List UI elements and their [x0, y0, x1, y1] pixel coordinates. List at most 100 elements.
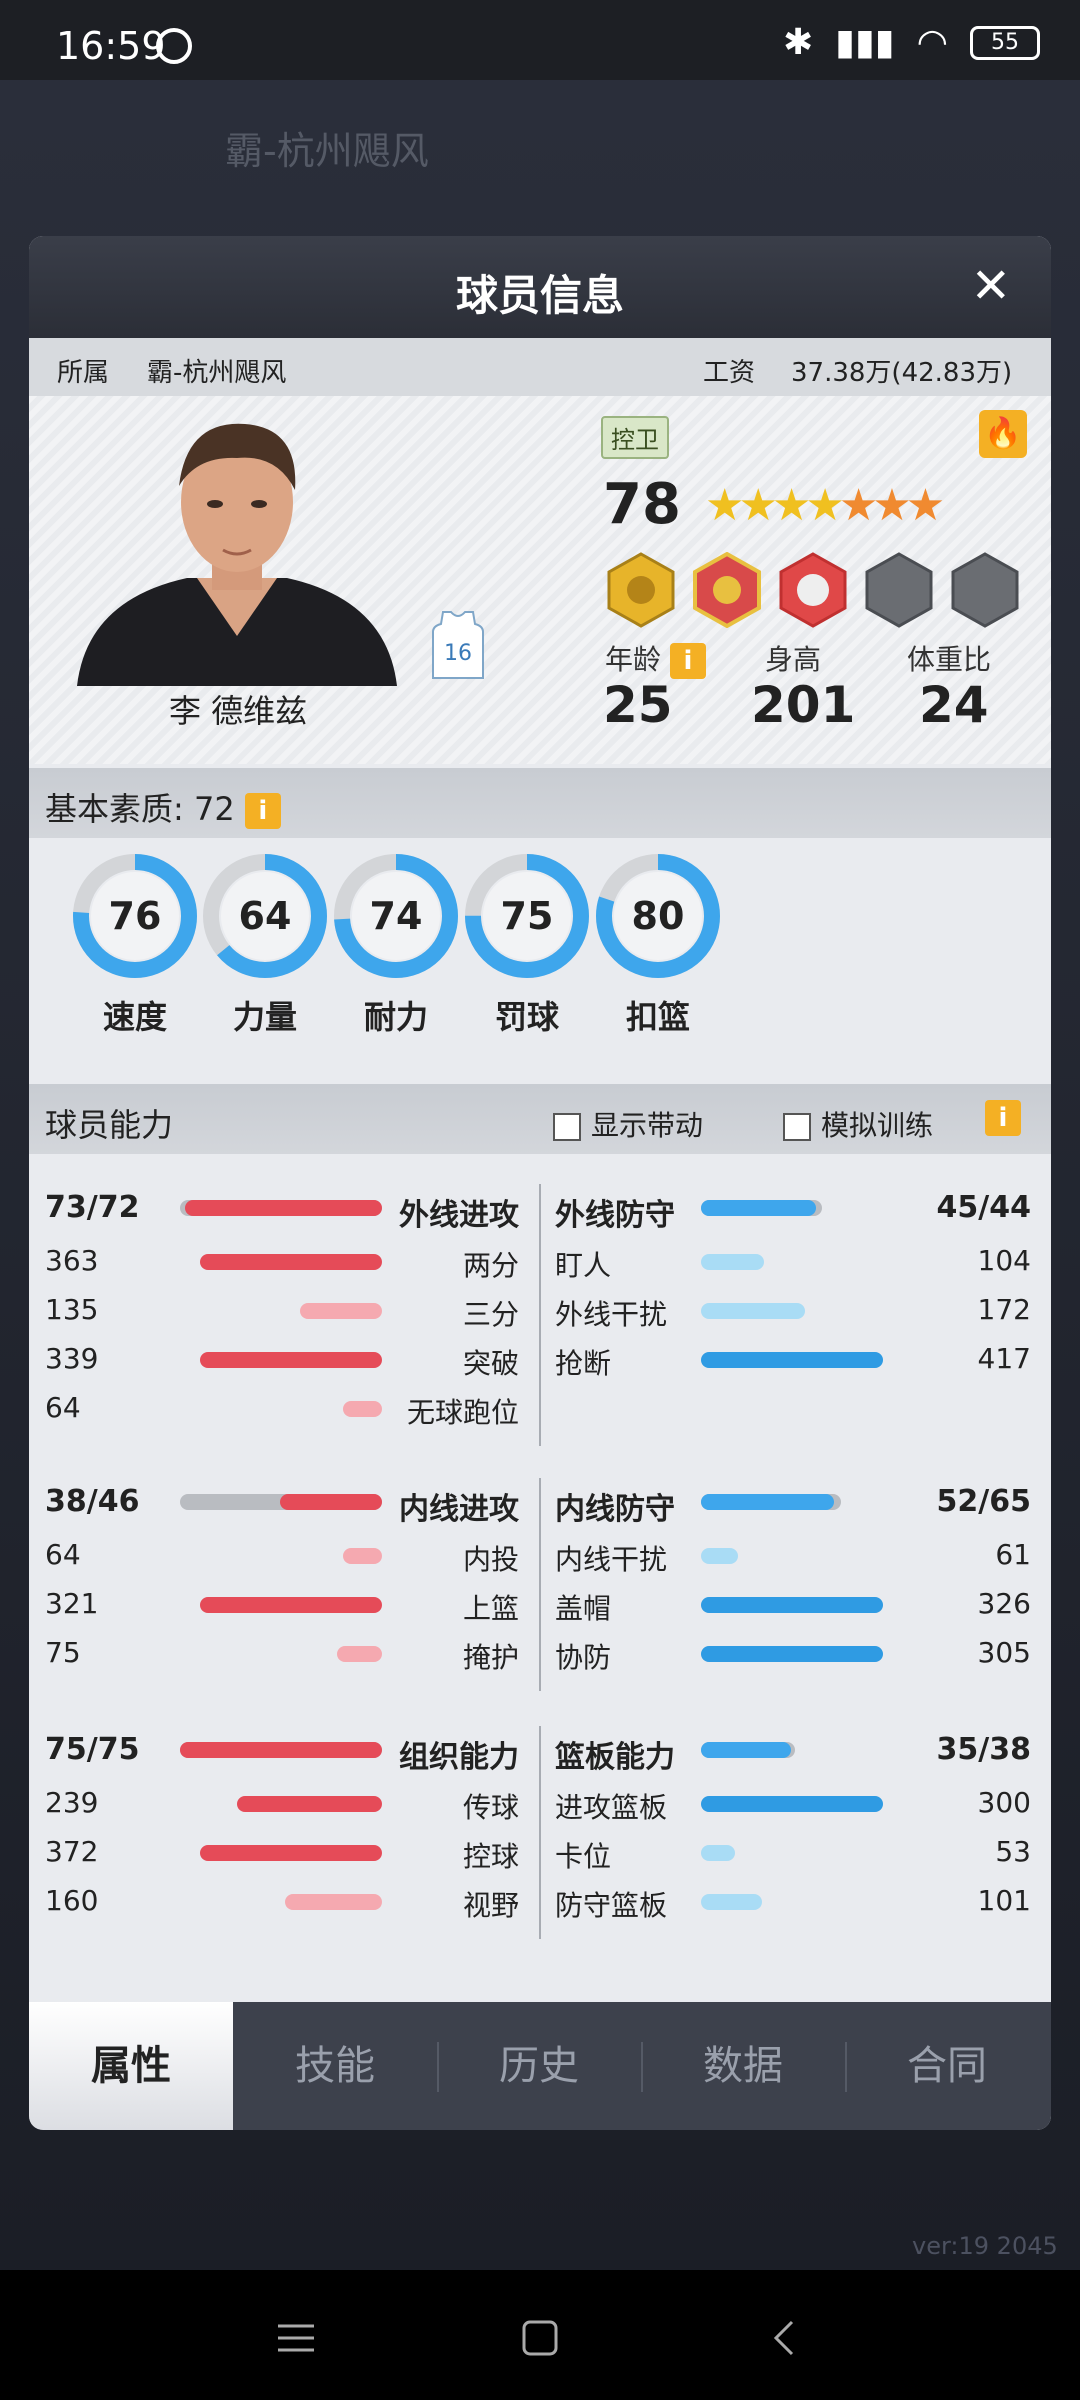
stat-value: 64 [45, 1391, 81, 1424]
stat-bar [237, 1796, 382, 1812]
stat-label: 无球跑位 [406, 1396, 519, 1429]
fire-icon[interactable]: 🔥 [979, 410, 1027, 458]
attribute-value: 76 [109, 894, 162, 938]
stat-label: 卡位 [555, 1840, 612, 1873]
stat-label: 协防 [555, 1641, 612, 1674]
stat-bar [701, 1646, 883, 1662]
stat-label: 抢断 [555, 1347, 612, 1380]
attribute-value: 75 [501, 894, 554, 938]
basic-info-icon[interactable]: i [244, 793, 281, 829]
attribute-ring: 64 [203, 854, 327, 978]
stat-bar [200, 1845, 382, 1861]
group-label: 内线进攻 [399, 1492, 519, 1527]
ability-info-icon[interactable]: i [985, 1100, 1021, 1136]
age-value: 25 [603, 676, 673, 734]
group-label: 外线防守 [555, 1198, 675, 1233]
sim-training-checkbox[interactable]: 模拟训练 [783, 1104, 933, 1144]
ability-table: 73/72 外线进攻 外线防守 45/44 363 两分 盯人 104 135 三分 外线干扰 172… [29, 1164, 1051, 1944]
group-label: 外线进攻 [399, 1198, 519, 1233]
player-profile: 李 德维兹 16 控卫 🔥 78 ★★★★★★★ 年龄 i 身高 体重比 25 … [29, 396, 1051, 764]
stat-bar [180, 1742, 382, 1758]
modal-header: 球员信息 ✕ [29, 236, 1051, 338]
age-label: 年龄 [605, 643, 662, 676]
menu-icon[interactable] [276, 2318, 316, 2358]
column-divider [539, 1478, 541, 1691]
home-icon[interactable] [520, 2318, 560, 2358]
attribute-value: 80 [632, 894, 685, 938]
stat-label: 进攻篮板 [555, 1791, 668, 1824]
position-badge: 控卫 [601, 416, 669, 459]
attribute-ring: 74 [334, 854, 458, 978]
stat-value: 326 [977, 1587, 1031, 1620]
team-info-bar: 所属 霸-杭州飓风 工资 37.38万(42.83万) [29, 338, 1051, 396]
tab-attributes[interactable]: 属性 [29, 2002, 233, 2130]
group-value: 45/44 [936, 1190, 1031, 1225]
show-effect-checkbox[interactable]: 显示带动 [553, 1104, 703, 1144]
group-value: 75/75 [45, 1732, 140, 1767]
stat-label: 两分 [462, 1249, 519, 1282]
stat-value: 75 [45, 1636, 81, 1669]
group-value: 73/72 [45, 1190, 140, 1225]
player-name: 李 德维兹 [169, 692, 308, 730]
group-value: 38/46 [45, 1484, 140, 1519]
stat-bar [701, 1894, 762, 1910]
stat-bar [701, 1494, 834, 1510]
badge-locked-icon[interactable] [949, 552, 1021, 628]
stat-value: 363 [45, 1244, 99, 1277]
back-icon[interactable] [764, 2318, 804, 2358]
group-label: 内线防守 [555, 1492, 675, 1527]
bluetooth-icon: ✱ [782, 22, 814, 63]
tab-history[interactable]: 历史 [437, 2002, 641, 2130]
bottom-tabs: 属性 技能 历史 数据 合同 [29, 2002, 1051, 2130]
stat-value: 305 [977, 1636, 1031, 1669]
stat-bar [701, 1845, 735, 1861]
attribute-label: 速度 [102, 998, 167, 1036]
stat-value: 339 [45, 1342, 99, 1375]
group-label: 组织能力 [399, 1740, 519, 1775]
signal-icon: ▮▮▮ [835, 22, 895, 63]
group-label: 篮板能力 [555, 1740, 675, 1775]
badge-power-icon[interactable] [691, 552, 763, 628]
badge-shooter-icon[interactable] [605, 552, 677, 628]
age-info-icon[interactable]: i [669, 643, 706, 679]
group-value: 35/38 [936, 1732, 1031, 1767]
background-team-name: 霸-杭州飓风 [225, 129, 429, 173]
player-info-modal: 球员信息 ✕ 所属 霸-杭州飓风 工资 37.38万(42.83万) 李 德维兹… [29, 236, 1051, 2130]
stat-label: 盯人 [555, 1249, 612, 1282]
stat-bar [701, 1352, 883, 1368]
stat-bar [185, 1200, 382, 1216]
stat-bar [280, 1494, 382, 1510]
stat-label: 上篮 [462, 1592, 519, 1625]
stat-value: 372 [45, 1835, 99, 1868]
attribute-label: 耐力 [363, 998, 428, 1036]
status-time: 16:59 [56, 24, 166, 68]
attribute-label: 力量 [232, 998, 297, 1036]
attribute-value: 74 [370, 894, 423, 938]
tab-stats[interactable]: 数据 [641, 2002, 845, 2130]
stat-bar [300, 1303, 382, 1319]
stat-label: 内线干扰 [555, 1543, 668, 1576]
attribute-ring: 80 [596, 854, 720, 978]
stat-label: 盖帽 [555, 1592, 612, 1625]
stat-label: 三分 [462, 1298, 519, 1331]
close-icon[interactable]: ✕ [971, 262, 1011, 310]
attribute-label: 扣篮 [625, 998, 690, 1036]
stat-bar [701, 1200, 816, 1216]
ability-header: 球员能力 显示带动 模拟训练 i [29, 1084, 1051, 1154]
stat-bar [701, 1254, 764, 1270]
stat-value: 239 [45, 1786, 99, 1819]
stat-value: 135 [45, 1293, 99, 1326]
badge-skill-icon[interactable] [777, 552, 849, 628]
column-divider [539, 1726, 541, 1939]
tab-skills[interactable]: 技能 [233, 2002, 437, 2130]
team-label: 所属 [57, 358, 110, 388]
stat-value: 160 [45, 1884, 99, 1917]
version-label: ver:19 2045 [912, 2232, 1058, 2260]
stat-value: 53 [995, 1835, 1031, 1868]
stat-value: 300 [977, 1786, 1031, 1819]
tab-contract[interactable]: 合同 [845, 2002, 1049, 2130]
badge-locked-icon[interactable] [863, 552, 935, 628]
stat-label: 传球 [462, 1791, 519, 1824]
stat-bar [701, 1742, 791, 1758]
player-avatar [77, 423, 397, 686]
